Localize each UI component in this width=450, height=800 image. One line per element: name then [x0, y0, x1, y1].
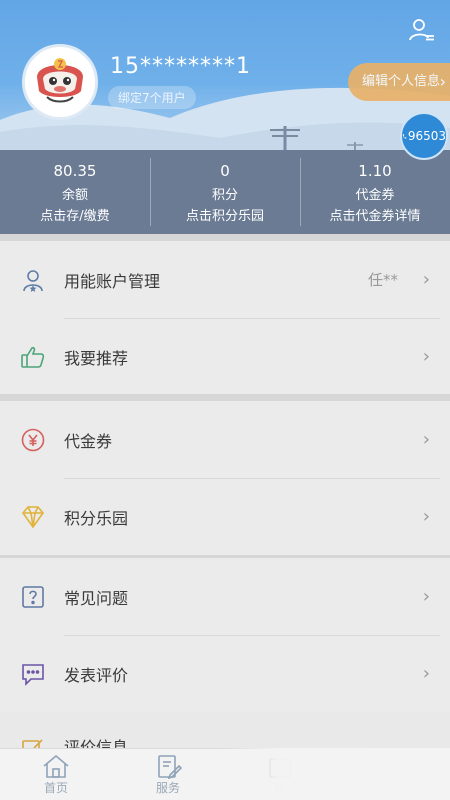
tab-service-label: 服务 [155, 781, 180, 795]
user-account-icon [23, 269, 43, 292]
points-label: 积分 [211, 188, 238, 203]
menu-item-post-review[interactable]: 发表评价 › [0, 635, 450, 712]
phone-number: 15********1 [110, 54, 251, 79]
menu-label-recommend: 我要推荐 [64, 348, 129, 368]
question-icon [22, 585, 44, 608]
chevron-right-icon: › [422, 346, 430, 367]
points-stat[interactable]: 0 积分 点击积分乐园 [150, 150, 300, 234]
menu-label-faq: 常见问题 [64, 588, 129, 608]
hotline-number: 96503 [407, 129, 446, 143]
user-menu-icon[interactable] [408, 16, 436, 44]
voucher-hint: 点击代金券详情 [329, 209, 421, 224]
account-menu-group: 用能账户管理 任** › 我要推荐 › [0, 241, 450, 395]
hotline-button[interactable]: 96503 [400, 112, 448, 160]
profile-header: 15********1 绑定7个用户 编辑个人信息 › [0, 0, 450, 150]
diamond-icon [21, 505, 45, 528]
chevron-right-icon: › [422, 506, 430, 527]
voucher-stat[interactable]: 1.10 代金券 点击代金券详情 [300, 150, 450, 234]
voucher-value: 1.10 [358, 162, 392, 180]
points-hint: 点击积分乐园 [185, 209, 264, 224]
balance-value: 80.35 [53, 162, 97, 180]
tab-home[interactable]: 首页 [0, 749, 112, 800]
menu-item-points-park[interactable]: 积分乐园 › [0, 478, 450, 555]
account-holder-name: 任** [367, 271, 398, 289]
support-menu-group: 常见问题 › 发表评价 › [0, 558, 450, 712]
nav-fade-overlay [220, 748, 450, 800]
account-stats-bar: 80.35 余额 点击存/缴费 0 积分 点击积分乐园 1.10 代金券 点击代… [0, 150, 450, 234]
menu-item-faq[interactable]: 常见问题 › [0, 558, 450, 635]
chevron-right-icon: › [439, 72, 446, 91]
balance-stat[interactable]: 80.35 余额 点击存/缴费 [0, 150, 150, 234]
chat-bubble-icon [22, 663, 44, 686]
menu-label-voucher: 代金券 [64, 431, 113, 451]
chevron-right-icon: › [422, 429, 430, 450]
tab-home-label: 首页 [43, 781, 68, 795]
menu-item-recommend[interactable]: 我要推荐 › [0, 318, 450, 395]
menu-label-post-review: 发表评价 [64, 665, 129, 685]
voucher-label: 代金券 [355, 188, 395, 203]
edit-profile-label: 编辑个人信息 [362, 74, 441, 89]
chevron-right-icon: › [422, 663, 430, 684]
phone-icon [402, 133, 407, 139]
bound-users-badge[interactable]: 绑定7个用户 [108, 86, 196, 109]
chevron-right-icon: › [422, 586, 430, 607]
rewards-menu-group: 代金券 › 积分乐园 › [0, 401, 450, 555]
clipboard-edit-icon [158, 755, 183, 779]
home-icon [43, 754, 69, 778]
menu-item-account-management[interactable]: 用能账户管理 任** › [0, 241, 450, 318]
avatar[interactable] [22, 44, 98, 120]
lion-mascot-icon [25, 47, 95, 117]
balance-hint: 点击存/缴费 [40, 209, 110, 224]
thumbs-up-icon [21, 346, 45, 368]
yuan-coin-icon [21, 428, 45, 451]
menu-label-account-management: 用能账户管理 [64, 271, 161, 291]
balance-label: 余额 [61, 188, 88, 203]
chevron-right-icon: › [422, 269, 430, 290]
menu-label-points-park: 积分乐园 [64, 508, 129, 528]
menu-item-voucher[interactable]: 代金券 › [0, 401, 450, 478]
points-value: 0 [220, 162, 230, 180]
tab-service[interactable]: 服务 [112, 749, 224, 800]
edit-profile-button[interactable]: 编辑个人信息 › [348, 63, 450, 101]
